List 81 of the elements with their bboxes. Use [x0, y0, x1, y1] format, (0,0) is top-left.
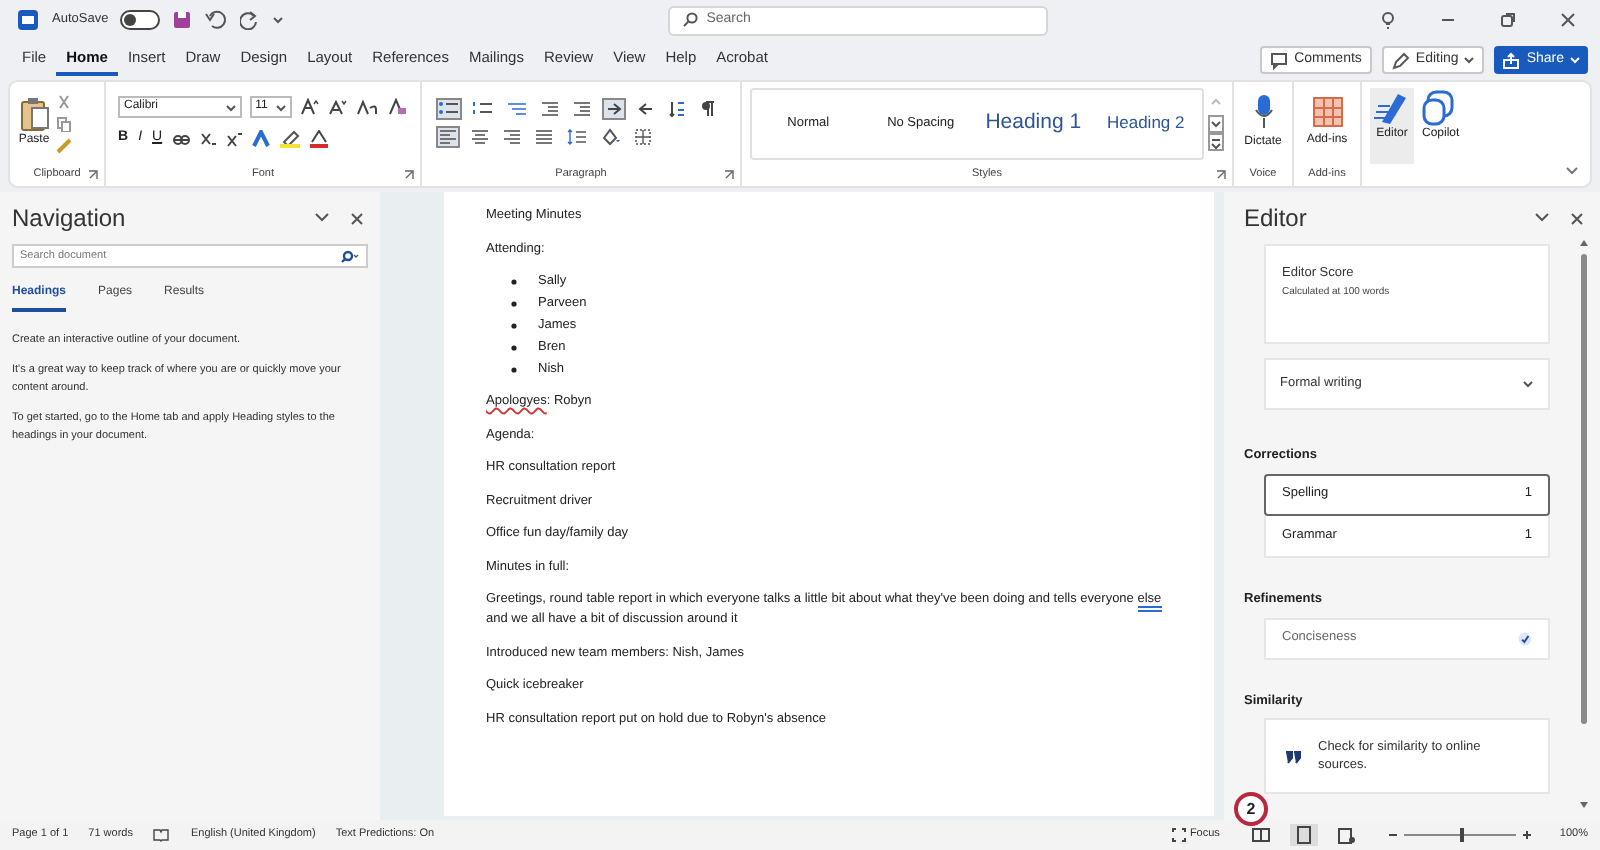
collapse-ribbon-icon[interactable] [1566, 166, 1578, 176]
zoom-in-icon[interactable] [1521, 830, 1532, 840]
grow-font-icon[interactable] [300, 98, 320, 117]
paintbrush-icon[interactable] [56, 137, 72, 153]
bullet-icon [510, 299, 518, 307]
scissors-icon[interactable] [56, 93, 72, 109]
clear-formatting-icon[interactable] [388, 98, 408, 117]
pane-title: Editor [1244, 202, 1309, 236]
pen-lines-icon [1374, 90, 1410, 126]
strikethrough-icon[interactable] [172, 131, 191, 147]
caret-icon[interactable] [272, 14, 285, 26]
chevron-down-icon [1522, 380, 1534, 388]
sort-icon[interactable] [668, 100, 688, 118]
caret-icon [276, 103, 286, 112]
gallery-scroll-icon[interactable] [1208, 93, 1224, 153]
lightbulb-icon[interactable] [1380, 10, 1396, 30]
word-logo-icon [16, 8, 40, 32]
chevron-down-icon[interactable] [314, 212, 330, 224]
text-direction-icon[interactable] [636, 100, 656, 118]
increase-indent-icon[interactable] [572, 100, 592, 118]
caret-icon [1570, 56, 1580, 64]
pane-title: Navigation [12, 202, 128, 236]
quote-icon [1284, 749, 1302, 764]
dialog-launcher-icon[interactable] [88, 170, 98, 180]
dialog-launcher-icon[interactable] [724, 170, 734, 180]
dialog-launcher-icon[interactable] [1216, 170, 1226, 180]
grid-icon [1311, 96, 1343, 128]
style-option[interactable]: Heading 2 [1089, 110, 1202, 136]
line-spacing-icon[interactable] [566, 128, 588, 146]
numbering-icon[interactable] [472, 100, 494, 118]
bullet-icon [510, 277, 518, 285]
chevron-down-icon[interactable] [1534, 212, 1550, 224]
copilot-icon [1422, 90, 1459, 126]
autosave-toggle[interactable] [120, 10, 161, 30]
close-icon[interactable] [1560, 12, 1576, 28]
search-icon [682, 12, 699, 28]
focus-icon [1171, 828, 1186, 842]
zoom-out-icon[interactable] [1387, 830, 1398, 840]
bullet-icon [510, 365, 518, 373]
text-effects-icon[interactable] [252, 130, 271, 148]
search-icon[interactable] [340, 249, 360, 263]
restore-icon[interactable] [1500, 12, 1516, 28]
close-icon[interactable] [1570, 211, 1584, 225]
multilevel-list-icon[interactable] [506, 100, 528, 118]
slider-thumb[interactable] [1459, 828, 1464, 842]
redo-icon[interactable] [240, 10, 261, 30]
bullets-icon[interactable] [438, 100, 460, 118]
dialog-launcher-icon[interactable] [404, 170, 414, 180]
superscript-icon[interactable] [226, 131, 243, 147]
copy-icon[interactable] [56, 115, 72, 131]
align-left-icon[interactable] [438, 128, 458, 146]
pencil-icon [1391, 51, 1410, 69]
pilcrow-icon[interactable] [700, 100, 716, 118]
save-icon[interactable] [172, 10, 193, 30]
undo-icon[interactable] [204, 10, 229, 30]
print-layout-icon[interactable] [1289, 824, 1318, 846]
close-icon[interactable] [350, 211, 364, 225]
book-icon[interactable] [152, 828, 171, 842]
microphone-icon [1253, 94, 1273, 130]
decrease-indent-icon[interactable] [540, 100, 560, 118]
clipboard-icon [18, 96, 50, 132]
style-option[interactable]: Heading 1 [977, 107, 1090, 139]
justify-icon[interactable] [534, 128, 554, 146]
align-right-icon[interactable] [502, 128, 522, 146]
comment-icon [1270, 51, 1289, 69]
subscript-icon[interactable] [200, 131, 217, 147]
align-center-icon[interactable] [470, 128, 490, 146]
font-color-icon[interactable] [310, 130, 329, 148]
highlighter-icon[interactable] [280, 130, 301, 148]
read-mode-icon[interactable] [1251, 828, 1270, 842]
bullet-icon [510, 321, 518, 329]
shrink-font-icon[interactable] [328, 98, 348, 117]
text-direction-icon[interactable] [604, 100, 624, 118]
shading-icon[interactable] [600, 128, 622, 146]
web-layout-icon[interactable] [1337, 827, 1356, 843]
change-case-icon[interactable] [356, 98, 380, 117]
borders-icon[interactable] [634, 128, 652, 146]
bullet-icon [510, 343, 518, 351]
caret-icon [225, 103, 236, 112]
share-icon [1502, 51, 1521, 69]
caret-icon [1464, 56, 1475, 64]
